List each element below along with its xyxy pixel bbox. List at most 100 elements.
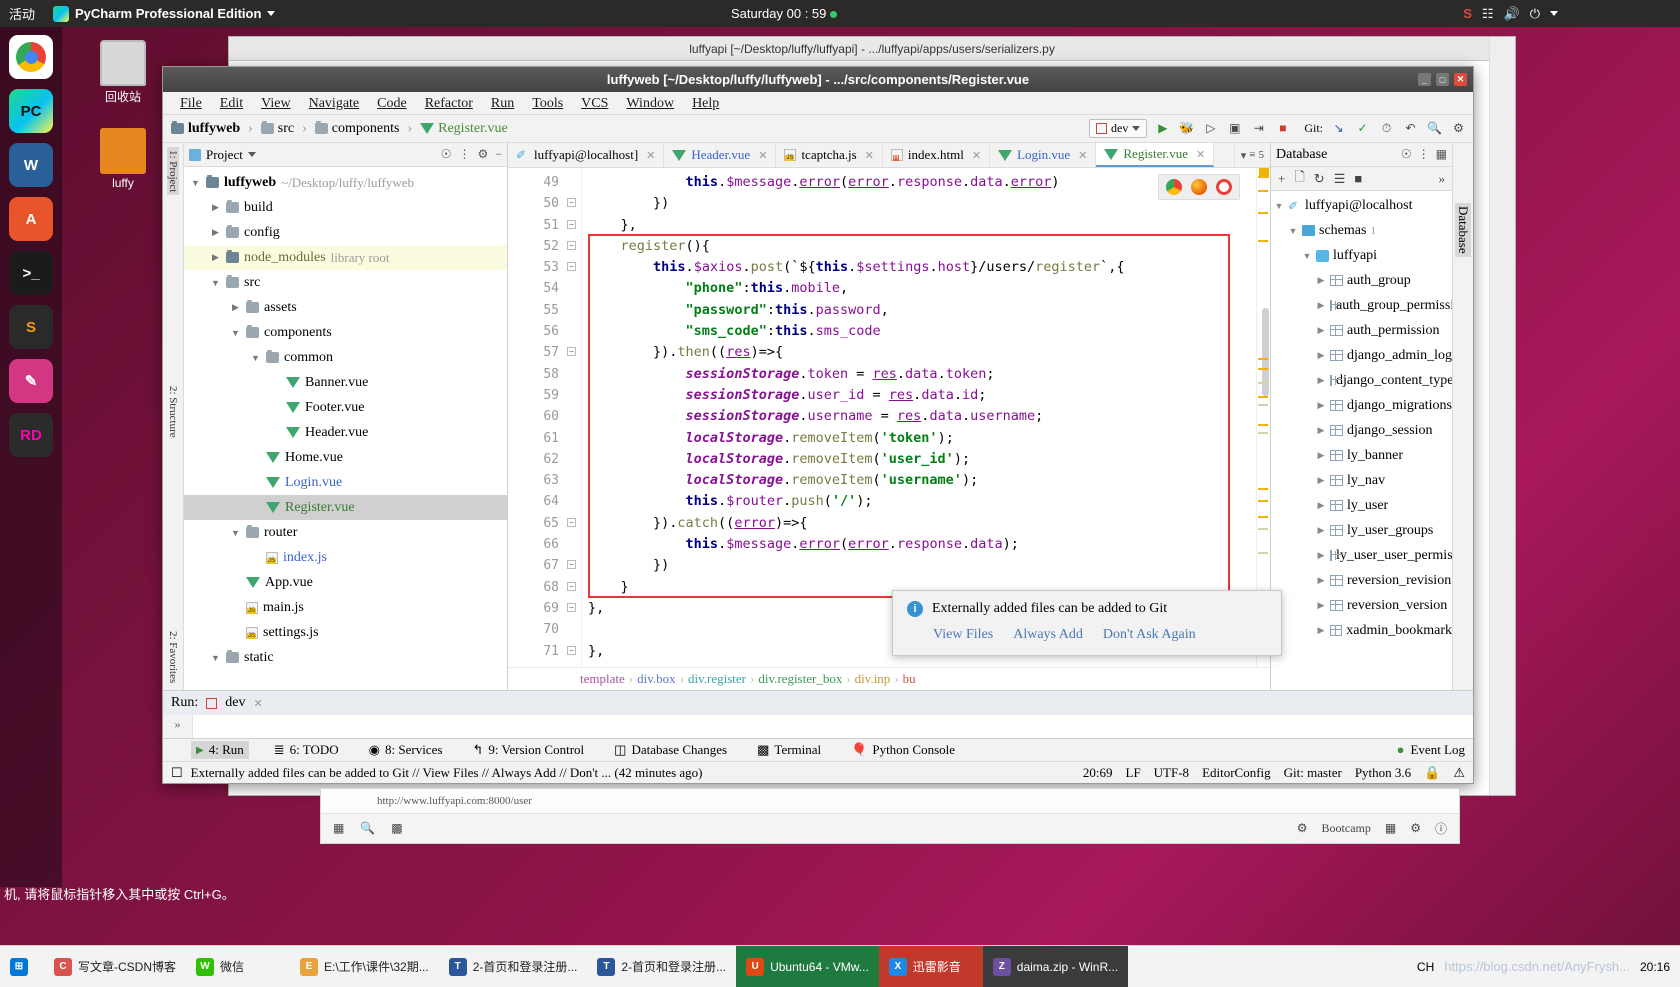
expand-arrow-icon[interactable]: ▶ [1316,625,1326,636]
search-icon[interactable]: 🔍 [1426,120,1443,137]
sogou-tray-icon[interactable]: S [1463,6,1472,21]
launcher-item-software[interactable]: A [9,197,53,241]
caret-position[interactable]: 20:69 [1083,765,1113,781]
menu-item-code[interactable]: Code [368,92,416,115]
launcher-item-libreoffice-writer[interactable]: W [9,143,53,187]
commit-icon[interactable]: ✓ [1354,120,1371,137]
menu-item-tools[interactable]: Tools [523,92,572,115]
tool-button-run[interactable]: ▶ 4: Run [191,741,249,759]
app-menu-button[interactable]: PyCharm Professional Edition [44,0,284,27]
menu-item-help[interactable]: Help [683,92,728,115]
update-project-icon[interactable]: ↘ [1330,120,1347,137]
line-separator[interactable]: LF [1126,765,1141,781]
collapse-arrow-icon[interactable]: ▼ [210,278,221,288]
tool-button-python-console[interactable]: 🎈 Python Console [846,741,960,759]
editor-breadcrumb-item[interactable]: div.box [637,671,676,687]
editor-tab[interactable]: tcaptcha.js ✕ [776,143,883,167]
launcher-item-terminal[interactable]: >_ [9,251,53,295]
database-tree-item[interactable]: ▶ django_content_type [1271,368,1452,393]
expand-arrow-icon[interactable]: ▶ [1316,500,1326,511]
stop-query-button[interactable]: ■ [1354,171,1362,187]
launcher-item-sublime[interactable]: S [9,305,53,349]
tool-tab-favorites[interactable]: 2: Favorites [167,628,179,686]
database-tree-item[interactable]: ▶ reversion_version [1271,593,1452,618]
expand-arrow-icon[interactable]: ▶ [1316,275,1326,286]
locate-icon[interactable]: ☉ [1401,147,1412,162]
expand-arrow-icon[interactable]: ▶ [1316,350,1326,361]
code-fold-icon[interactable]: − [567,262,576,272]
code-fold-icon[interactable]: − [567,240,576,250]
launcher-item-pycharm[interactable]: PC [9,89,53,133]
debug-button[interactable]: 🐝 [1178,120,1195,137]
project-tree-item[interactable]: ▼ common [184,345,507,370]
bootcamp-label[interactable]: Bootcamp [1322,821,1371,836]
code-fold-icon[interactable]: − [567,560,576,570]
desktop-icon-trash[interactable]: 回收站 [88,40,158,105]
sidebar-toggle-icon[interactable]: ▦ [333,821,344,836]
collapse-arrow-icon[interactable]: ▼ [250,353,261,363]
error-stripe-mark[interactable] [1258,212,1268,214]
expand-arrow-icon[interactable]: ▶ [230,302,241,313]
tool-button-terminal[interactable]: ▩ Terminal [752,741,826,759]
taskbar-item[interactable]: Zdaima.zip - WinR... [982,946,1129,987]
balloon-link-always-add[interactable]: Always Add [1013,627,1083,643]
opera-icon[interactable] [1216,179,1232,195]
project-tree-item[interactable]: main.js [184,595,507,620]
error-stripe-mark[interactable] [1258,552,1268,554]
taskbar-item[interactable]: E E:\工作\课件\32期... [290,946,439,987]
error-stripe-mark[interactable] [1258,358,1268,360]
menu-item-edit[interactable]: Edit [211,92,252,115]
expand-arrow-icon[interactable]: ▶ [210,252,221,263]
expand-arrow-icon[interactable]: ▶ [1316,300,1326,311]
code-fold-icon[interactable]: − [567,645,576,655]
database-tree[interactable]: ▼ ✐ luffyapi@localhost ▼ schemas 1 ▼ luffyapi ▶… [1271,191,1452,690]
breadcrumb-register-vue[interactable]: Register.vue [418,121,510,137]
project-tree-item[interactable]: ▶ build [184,195,507,220]
bottom-browser-window[interactable]: http://www.luffyapi.com:8000/user ▦ 🔍 ▩ … [320,788,1460,844]
volume-icon[interactable]: 🔊 [1504,6,1520,22]
open-console-button[interactable]: ☰ [1334,171,1346,187]
error-stripe-mark[interactable] [1258,528,1268,530]
editor-breadcrumb-item[interactable]: div.inp [855,671,891,687]
expand-arrow-icon[interactable]: ▶ [210,227,221,238]
balloon-link-view-files[interactable]: View Files [933,627,993,643]
expand-arrow-icon[interactable]: ▶ [1316,600,1326,611]
tray-chevron-icon[interactable] [1550,11,1558,16]
close-icon[interactable]: ✕ [1078,149,1087,162]
project-tree-item[interactable]: ▼ components [184,320,507,345]
error-stripe-mark[interactable] [1258,190,1268,192]
search-icon[interactable]: 🔍 [360,821,375,836]
refresh-button[interactable]: ↻ [1314,171,1325,187]
expand-arrow-icon[interactable]: ▶ [1316,550,1326,561]
collapse-arrow-icon[interactable]: ▼ [1288,226,1298,236]
editor-tabs-overflow[interactable]: ▾ ≡ 5 [1233,143,1270,167]
expand-arrow-icon[interactable]: ▶ [1316,525,1326,536]
collapse-arrow-icon[interactable]: ▼ [210,653,221,663]
firefox-icon[interactable] [1191,179,1207,195]
grid-icon[interactable]: ▦ [1385,821,1396,836]
code-fold-icon[interactable]: − [567,219,576,229]
collapse-arrow-icon[interactable]: ▼ [190,178,201,188]
taskbar-item[interactable]: U Ubuntu64 - VMw... [736,946,879,987]
menu-item-window[interactable]: Window [617,92,683,115]
tool-button-version-control[interactable]: ↰ 9: Version Control [467,741,589,759]
project-tree-item[interactable]: ▼ luffyweb ~/Desktop/luffy/luffyweb [184,170,507,195]
run-config-name[interactable]: dev [225,695,245,711]
project-tree-item[interactable]: Banner.vue [184,370,507,395]
project-tree-item[interactable]: settings.js [184,620,507,645]
breadcrumb-components[interactable]: components [313,121,402,137]
settings-gear-icon[interactable]: ⚙ [1450,120,1467,137]
database-tree-item[interactable]: ▶ auth_permission [1271,318,1452,343]
settings-gear-icon[interactable]: ⚙ [477,147,488,162]
taskbar-item[interactable]: T 2-首页和登录注册... [587,946,736,987]
close-icon[interactable]: ✕ [253,697,262,710]
project-tree-item[interactable]: ▶ config [184,220,507,245]
database-tree-item[interactable]: ▶ django_migrations [1271,393,1452,418]
collapse-arrow-icon[interactable]: ▼ [230,328,241,338]
power-icon[interactable]: ⏻ [1530,6,1540,22]
taskbar-clock[interactable]: 20:16 [1640,960,1670,974]
project-tree-item[interactable]: ▼ router [184,520,507,545]
duplicate-button[interactable]: 🗋 [1294,168,1304,190]
editor-breadcrumb-item[interactable]: bu [903,671,916,687]
project-file-tree[interactable]: ▼ luffyweb ~/Desktop/luffy/luffyweb ▶ build ▶… [184,167,507,690]
